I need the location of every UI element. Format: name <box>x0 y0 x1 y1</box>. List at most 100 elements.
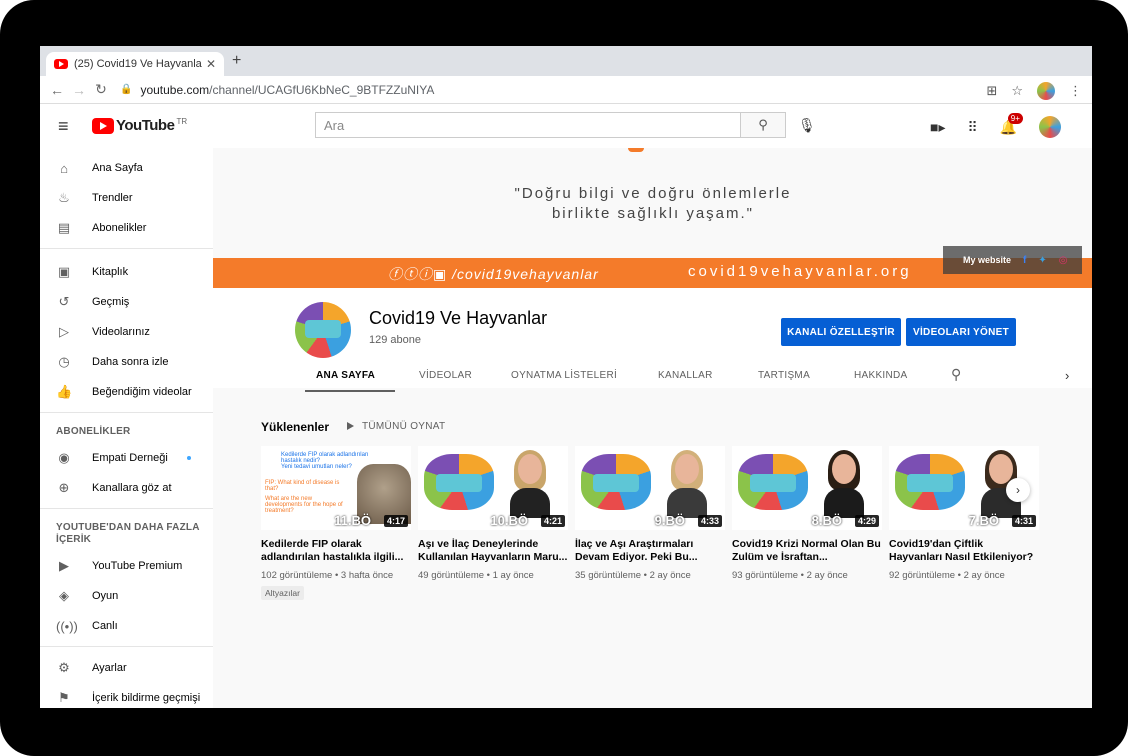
video-thumbnail[interactable]: 10.BÖ 4:21 <box>418 446 568 530</box>
youtube-logo[interactable]: YouTube TR <box>92 117 187 134</box>
tab-playlists[interactable]: OYNATMA LİSTELERİ <box>511 370 617 381</box>
video-title[interactable]: Aşı ve İlaç Deneylerinde Kullanılan Hayv… <box>418 538 568 564</box>
sidebar-item-live[interactable]: ((•)) Canlı <box>40 612 213 640</box>
sidebar-item-your-videos[interactable]: ▷ Videolarınız <box>40 318 213 346</box>
add-circle-icon: ⊕ <box>58 480 70 495</box>
facebook-icon[interactable]: f <box>1023 255 1026 266</box>
sidebar-item-label: Daha sonra izle <box>92 356 169 368</box>
tab-home[interactable]: ANA SAYFA <box>316 370 375 381</box>
youtube-play-icon <box>92 117 114 134</box>
hamburger-menu-icon[interactable]: ≡ <box>58 116 69 137</box>
thumbnail-text: FIP: What kind of disease is that? <box>265 480 340 492</box>
sidebar-item-gaming[interactable]: ◈ Oyun <box>40 582 213 610</box>
episode-label: 9.BÖ <box>654 513 685 528</box>
subscriptions-header: ABONELİKLER <box>56 426 131 437</box>
uploads-title[interactable]: Yüklenenler <box>261 420 329 434</box>
channel-logo-image <box>581 454 651 510</box>
search-input[interactable]: Ara <box>315 112 741 138</box>
new-tab-icon[interactable]: + <box>232 52 241 70</box>
sidebar-item-label: YouTube Premium <box>92 560 183 572</box>
video-title[interactable]: Covid19'dan Çiftlik Hayvanları Nasıl Etk… <box>889 538 1039 564</box>
sidebar-item-watch-later[interactable]: ◷ Daha sonra izle <box>40 348 213 376</box>
reload-icon[interactable]: ↻ <box>90 81 112 98</box>
sidebar-item-trending[interactable]: ♨ Trendler <box>40 184 213 212</box>
play-icon <box>347 422 354 431</box>
apps-grid-icon[interactable]: ⠿ <box>967 119 977 136</box>
close-tab-icon[interactable]: ✕ <box>206 57 216 71</box>
live-icon: ((•)) <box>56 618 78 634</box>
sidebar-item-history[interactable]: ↺ Geçmiş <box>40 288 213 316</box>
sidebar-item-settings[interactable]: ⚙ Ayarlar <box>40 654 213 682</box>
sidebar-item-home[interactable]: ⌂ Ana Sayfa <box>40 154 213 182</box>
chevron-right-icon: › <box>1016 483 1020 497</box>
extension-avatar-icon[interactable] <box>1037 82 1055 100</box>
video-card[interactable]: 7.BÖ 4:31 Covid19'dan Çiftlik Hayvanları… <box>889 446 1039 581</box>
channel-banner: "Doğru bilgi ve doğru önlemlerle birlikt… <box>213 148 1092 258</box>
banner-site: covid19vehayvanlar.org <box>688 263 912 280</box>
sidebar-item-library[interactable]: ▣ Kitaplık <box>40 258 213 286</box>
video-thumbnail[interactable]: 9.BÖ 4:33 <box>575 446 725 530</box>
play-all-button[interactable]: TÜMÜNÜ OYNAT <box>347 421 445 432</box>
sidebar-divider <box>40 508 213 509</box>
channel-avatar[interactable] <box>295 302 351 358</box>
sidebar-item-empati-dernegi[interactable]: ◉ Empati Derneği <box>40 444 213 472</box>
sidebar-item-browse-channels[interactable]: ⊕ Kanallara göz at <box>40 474 213 502</box>
browser-menu-icon[interactable]: ⋮ <box>1069 83 1082 99</box>
episode-label: 10.BÖ <box>490 513 528 528</box>
url-field[interactable]: 🔒 youtube.com/channel/UCAGfU6KbNeC_9BTFZ… <box>120 83 434 97</box>
manage-videos-button[interactable]: VİDEOLARI YÖNET <box>906 318 1016 346</box>
sidebar-item-subscriptions[interactable]: ▤ Abonelikler <box>40 214 213 242</box>
forward-icon[interactable]: → <box>68 82 90 98</box>
sidebar: ⌂ Ana Sayfa ♨ Trendler ▤ Abonelikler ▣ Kitap… <box>40 148 213 708</box>
play-all-label: TÜMÜNÜ OYNAT <box>362 421 446 432</box>
tab-videos[interactable]: VİDEOLAR <box>419 370 472 381</box>
back-icon[interactable]: ← <box>46 82 68 98</box>
tab-channels[interactable]: KANALLAR <box>658 370 713 381</box>
instagram-icon[interactable]: ◎ <box>1059 255 1068 266</box>
sidebar-item-liked-videos[interactable]: 👍 Beğendiğim videolar <box>40 378 213 406</box>
video-card[interactable]: 10.BÖ 4:21 Aşı ve İlaç Deneylerinde Kull… <box>418 446 568 581</box>
sidebar-item-label: Canlı <box>92 620 118 632</box>
chevron-right-icon[interactable]: › <box>1065 368 1069 383</box>
youtube-premium-icon: ▶ <box>59 558 69 573</box>
video-title[interactable]: Covid19 Krizi Normal Olan Bu Zulüm ve İs… <box>732 538 882 564</box>
sidebar-divider <box>40 248 213 249</box>
account-avatar[interactable] <box>1039 116 1062 138</box>
video-thumbnail[interactable]: 8.BÖ 4:29 <box>732 446 882 530</box>
bookmark-star-icon[interactable]: ☆ <box>1011 83 1023 99</box>
video-card[interactable]: 9.BÖ 4:33 İlaç ve Aşı Araştırmaları Deva… <box>575 446 725 581</box>
sidebar-item-label: Kitaplık <box>92 266 129 278</box>
browser-tab[interactable]: (25) Covid19 Ve Hayvanlar - Yo ✕ <box>46 52 224 76</box>
search-button[interactable]: ⚲ <box>740 112 786 138</box>
video-card[interactable]: 8.BÖ 4:29 Covid19 Krizi Normal Olan Bu Z… <box>732 446 882 581</box>
sidebar-item-youtube-premium[interactable]: ▶ YouTube Premium <box>40 552 213 580</box>
video-title[interactable]: Kedilerde FIP olarak adlandırılan hastal… <box>261 538 411 564</box>
channel-links[interactable]: My website f ✦ ◎ <box>943 246 1082 274</box>
create-video-icon[interactable]: ■▸ <box>930 119 945 136</box>
shelf-next-button[interactable]: › <box>1006 478 1030 502</box>
video-title[interactable]: İlaç ve Aşı Araştırmaları Devam Ediyor. … <box>575 538 725 564</box>
video-duration: 4:29 <box>854 515 879 527</box>
search-placeholder: Ara <box>324 118 345 133</box>
tab-discussion[interactable]: TARTIŞMA <box>758 370 810 381</box>
subscriber-count: 129 abone <box>369 334 421 346</box>
twitter-icon[interactable]: ✦ <box>1038 255 1046 266</box>
sidebar-item-label: Ayarlar <box>92 662 127 674</box>
video-thumbnail[interactable]: Kedilerde FIP olarak adlandırılan hastal… <box>261 446 411 530</box>
my-website-link[interactable]: My website <box>963 255 1011 265</box>
sidebar-item-report-history[interactable]: ⚑ İçerik bildirme geçmişi <box>40 684 213 708</box>
tab-strip: (25) Covid19 Ve Hayvanlar - Yo ✕ + <box>40 46 1092 76</box>
sidebar-divider <box>40 412 213 413</box>
notifications-icon[interactable]: 🔔 9+ <box>1000 112 1023 136</box>
sidebar-item-label: Kanallara göz at <box>92 482 172 494</box>
video-card[interactable]: Kedilerde FIP olarak adlandırılan hastal… <box>261 446 411 601</box>
active-tab-indicator <box>305 390 395 392</box>
translate-icon[interactable]: ⊞ <box>986 83 997 99</box>
microphone-icon[interactable]: 🎙 <box>798 117 816 134</box>
notification-badge: 9+ <box>1007 112 1023 124</box>
channel-search-icon[interactable]: ⚲ <box>951 366 961 383</box>
video-duration: 4:33 <box>697 515 722 527</box>
customize-channel-button[interactable]: KANALI ÖZELLEŞTİR <box>781 318 901 346</box>
home-icon: ⌂ <box>60 160 68 176</box>
tab-about[interactable]: HAKKINDA <box>854 370 908 381</box>
